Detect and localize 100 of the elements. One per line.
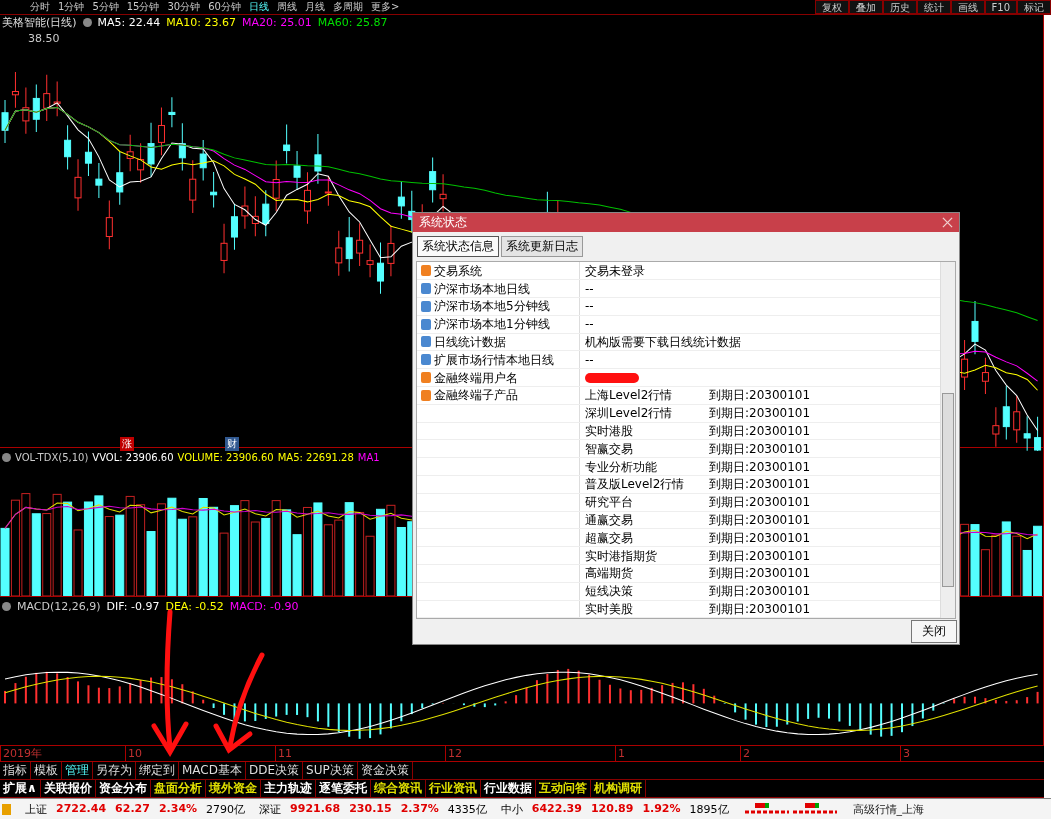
product-name: 深圳Level2行情 [585, 405, 674, 422]
product-expiry: 到期日:20300101 [709, 565, 811, 582]
index-change: 230.15 [349, 801, 392, 817]
settings-icon[interactable] [2, 601, 11, 611]
index-value: 6422.39 [531, 801, 582, 817]
period-tab[interactable]: 日线 [248, 0, 269, 14]
toolbar-button[interactable]: 标记 [1017, 0, 1051, 14]
index-name: 中小 [500, 801, 523, 817]
status-name: 金融终端用户名 [434, 369, 518, 386]
info-tab[interactable]: 境外资金 [205, 780, 261, 797]
status-value: -- [585, 298, 594, 315]
indicator-value: VOLUME: 23906.60 [177, 451, 274, 463]
chart-title: 美格智能(日线) [2, 15, 77, 30]
event-marker[interactable]: 财 [225, 437, 239, 452]
settings-icon[interactable] [2, 452, 11, 462]
function-tab[interactable]: SUP决策 [303, 762, 358, 779]
status-name: 沪深市场本地1分钟线 [434, 316, 550, 333]
info-tab[interactable]: 扩展∧ [0, 780, 41, 797]
toolbar-button[interactable]: 统计 [916, 0, 951, 14]
feed-status: 高级行情_上海 [852, 801, 925, 817]
index-percent: 1.92% [642, 801, 681, 817]
indicator-value: DEA: -0.52 [165, 599, 224, 613]
indicator-value: MACD: -0.90 [229, 599, 299, 613]
scrollbar[interactable] [940, 262, 955, 619]
axis-label: 3 [900, 746, 910, 761]
index-name: 深证 [259, 801, 282, 817]
indicator-value: MA10: 23.67 [166, 16, 237, 29]
product-expiry: 到期日:20300101 [709, 511, 811, 528]
indicator-value: MA1 [357, 451, 380, 463]
dialog-title: 系统状态 [419, 214, 467, 232]
period-tab[interactable]: 60分钟 [208, 0, 241, 14]
close-button[interactable]: 关闭 [911, 620, 957, 644]
axis-label: 1 [615, 746, 625, 761]
toolbar-button[interactable]: 历史 [882, 0, 917, 14]
period-tab[interactable]: 30分钟 [167, 0, 201, 14]
axis-label: 10 [125, 746, 142, 761]
product-expiry: 到期日:20300101 [709, 387, 811, 404]
toolbar-button[interactable]: 复权 [814, 0, 849, 14]
product-name: 实时港指期货 [585, 547, 658, 564]
status-name: 日线统计数据 [434, 333, 506, 350]
axis-label: 12 [445, 746, 462, 761]
toolbar-button[interactable]: 叠加 [848, 0, 883, 14]
function-tab[interactable]: 管理 [62, 762, 93, 779]
indicator-name: VOL-TDX(5,10) [15, 451, 89, 463]
indicator-value: VVOL: 23906.60 [92, 451, 174, 463]
period-tab[interactable]: 分时 [30, 0, 50, 14]
info-tab[interactable]: 行业资讯 [425, 780, 481, 797]
indicator-name: MACD(12,26,9) [17, 599, 101, 613]
product-expiry: 到期日:20300101 [709, 422, 811, 439]
index-change: 62.27 [115, 801, 150, 817]
period-tab[interactable]: 周线 [276, 0, 297, 14]
period-tab[interactable]: 5分钟 [92, 0, 119, 14]
product-expiry: 到期日:20300101 [709, 547, 811, 564]
settings-icon[interactable] [82, 18, 92, 27]
product-expiry: 到期日:20300101 [709, 529, 811, 546]
period-tab[interactable]: 1分钟 [58, 0, 85, 14]
product-expiry: 到期日:20300101 [709, 458, 811, 475]
product-name: 专业分析功能 [585, 458, 658, 475]
index-amount: 2790亿 [206, 801, 246, 817]
period-tab[interactable]: 更多> [370, 0, 400, 14]
index-change: 120.89 [590, 801, 634, 817]
event-marker[interactable]: 涨 [120, 437, 134, 452]
status-name: 沪深市场本地日线 [434, 280, 530, 297]
info-tab[interactable]: 关联报价 [40, 780, 96, 797]
status-name: 交易系统 [434, 262, 482, 279]
indicator-value: DIF: -0.97 [106, 599, 160, 613]
axis-label: 2019年 [0, 746, 42, 761]
indicator-value: MA60: 25.87 [317, 16, 388, 29]
product-name: 超赢交易 [585, 529, 634, 546]
product-expiry: 到期日:20300101 [709, 440, 811, 457]
info-tab[interactable]: 主力轨迹 [260, 780, 316, 797]
status-value: -- [585, 316, 594, 333]
info-tab[interactable]: 行业数据 [480, 780, 536, 797]
product-name: 研究平台 [585, 494, 634, 511]
product-name: 实时港股 [585, 422, 634, 439]
product-expiry: 到期日:20300101 [709, 476, 811, 493]
market-breadth-icon [742, 802, 839, 816]
index-amount: 4335亿 [447, 801, 487, 817]
status-name: 沪深市场本地5分钟线 [434, 298, 550, 315]
dialog-tab[interactable]: 系统更新日志 [501, 236, 583, 258]
info-tab[interactable]: 机构调研 [590, 780, 646, 797]
function-tab[interactable]: 绑定到 [136, 762, 179, 779]
info-tab[interactable]: 互动问答 [535, 780, 591, 797]
period-tab[interactable]: 多周期 [332, 0, 363, 14]
function-tab[interactable]: 指标 [0, 762, 31, 779]
period-tab[interactable]: 月线 [304, 0, 325, 14]
index-percent: 2.34% [158, 801, 198, 817]
indicator-value: MA5: 22.44 [97, 16, 161, 29]
toolbar-button[interactable]: 画线 [950, 0, 985, 14]
dialog-tab[interactable]: 系统状态信息 [417, 236, 499, 258]
status-value: -- [585, 351, 594, 368]
close-icon[interactable] [942, 217, 953, 229]
product-name: 普及版Level2行情 [585, 476, 686, 493]
function-tab[interactable]: 模板 [31, 762, 62, 779]
toolbar-button[interactable]: F10 [984, 0, 1017, 14]
period-tab[interactable]: 15分钟 [126, 0, 160, 14]
info-tab[interactable]: 综合资讯 [370, 780, 426, 797]
status-name: 扩展市场行情本地日线 [434, 351, 554, 368]
index-value: 9921.68 [290, 801, 341, 817]
product-name: 实时美股 [585, 600, 634, 617]
